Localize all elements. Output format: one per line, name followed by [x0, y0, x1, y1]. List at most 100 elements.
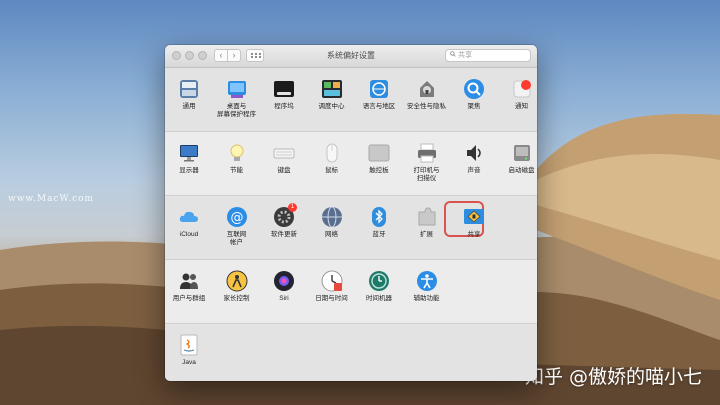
- software-update-icon: 1: [273, 203, 297, 228]
- pane-printers-scanners[interactable]: 打印机与 扫描仪: [405, 142, 449, 183]
- pane-notifications[interactable]: 通知: [500, 78, 538, 111]
- pane-label: 蓝牙: [372, 231, 386, 238]
- pane-spotlight[interactable]: 聚焦: [452, 78, 496, 111]
- pane-mission-control[interactable]: 调度中心: [310, 78, 354, 111]
- pane-label: 互联网 帐户: [226, 231, 247, 246]
- notifications-icon: [511, 78, 533, 100]
- pane-network[interactable]: 网络: [310, 206, 354, 239]
- pane-trackpad[interactable]: 触控板: [357, 142, 401, 175]
- pane-label: 扩展: [420, 231, 433, 238]
- pane-mouse[interactable]: 鼠标: [310, 142, 354, 175]
- pane-sound[interactable]: 声音: [452, 142, 496, 175]
- pane-label: 声音: [467, 167, 481, 174]
- pane-internet-accounts[interactable]: @ 互联网 帐户: [215, 206, 259, 247]
- pane-energy-saver[interactable]: 节能: [215, 142, 259, 175]
- pane-label: 触控板: [369, 167, 389, 174]
- pane-label: 安全性与隐私: [407, 103, 446, 110]
- pane-sharing[interactable]: 共享: [452, 206, 496, 239]
- pane-java[interactable]: Java: [167, 334, 211, 367]
- language-region-icon: [368, 78, 390, 100]
- users-groups-icon: [178, 270, 200, 292]
- pane-general[interactable]: 通用: [167, 78, 211, 111]
- mouse-icon: [321, 142, 343, 164]
- pane-startup-disk[interactable]: 启动磁盘: [500, 142, 538, 175]
- section-other: [165, 324, 537, 381]
- parental-controls-icon: [226, 270, 248, 292]
- date-time-icon: [321, 270, 343, 292]
- desktop-screensaver-icon: [226, 78, 248, 100]
- keyboard-icon: [273, 142, 295, 164]
- pane-label: 辅助功能: [413, 295, 440, 302]
- sharing-icon: [463, 206, 485, 228]
- pane-accessibility[interactable]: 辅助功能: [405, 270, 449, 303]
- pane-keyboard[interactable]: 键盘: [262, 142, 306, 175]
- search-icon: [450, 51, 456, 57]
- pane-label: 网络: [325, 231, 338, 238]
- pane-label: 打印机与 扫描仪: [413, 167, 440, 182]
- java-icon: [178, 334, 200, 356]
- pane-users-groups[interactable]: 用户与群组: [167, 270, 211, 303]
- pane-desktop-screensaver[interactable]: 桌面与 屏幕保护程序: [215, 78, 259, 119]
- pane-label: 通用: [182, 103, 196, 110]
- pane-parental-controls[interactable]: 家长控制: [215, 270, 259, 303]
- pane-label: 启动磁盘: [508, 167, 535, 174]
- pane-label: 鼠标: [325, 167, 338, 174]
- pane-dock[interactable]: 程序坞: [262, 78, 306, 111]
- pane-label: 家长控制: [223, 295, 250, 302]
- displays-icon: [178, 142, 200, 164]
- network-icon: [321, 206, 343, 228]
- sound-icon: [463, 142, 485, 164]
- icloud-icon: [178, 206, 200, 228]
- pane-label: 程序坞: [274, 103, 294, 110]
- watermark-zhihu: 知乎 @傲娇的喵小七: [524, 366, 702, 388]
- mission-control-icon: [321, 78, 343, 100]
- startup-disk-icon: [511, 142, 533, 164]
- spotlight-icon: [463, 78, 485, 100]
- search-field[interactable]: [445, 49, 531, 62]
- pane-label: 用户与群组: [172, 295, 206, 302]
- pane-extensions[interactable]: 扩展: [405, 206, 449, 239]
- pane-label: 软件更新: [271, 231, 297, 238]
- pane-bluetooth[interactable]: 蓝牙: [357, 206, 401, 239]
- pane-software-update[interactable]: 1 软件更新: [262, 203, 306, 239]
- trackpad-icon: [368, 142, 390, 164]
- pane-siri[interactable]: Siri: [262, 270, 306, 303]
- bluetooth-icon: [368, 206, 390, 228]
- svg-text:@: @: [230, 211, 243, 226]
- printers-scanners-icon: [416, 142, 438, 164]
- watermark-macw: www.MacW.com: [8, 194, 95, 204]
- pane-label: Java: [182, 359, 196, 366]
- pane-label: 桌面与 屏幕保护程序: [217, 103, 256, 118]
- pane-displays[interactable]: 显示器: [167, 142, 211, 175]
- pane-label: 语言与地区: [362, 103, 396, 110]
- extensions-icon: [416, 206, 438, 228]
- titlebar: ‹ › 系统偏好设置: [165, 45, 537, 68]
- siri-icon: [273, 270, 295, 292]
- pane-label: 显示器: [179, 167, 199, 174]
- pane-label: 调度中心: [318, 103, 345, 110]
- pane-label: 聚焦: [467, 103, 481, 110]
- pane-date-time[interactable]: 日期与时间: [310, 270, 354, 303]
- pane-label: iCloud: [179, 231, 199, 238]
- pane-label: 共享: [467, 231, 481, 238]
- pane-label: 时间机器: [366, 295, 392, 302]
- energy-saver-icon: [226, 142, 248, 164]
- dock-icon: [273, 78, 295, 100]
- pane-icloud[interactable]: iCloud: [167, 206, 211, 239]
- update-count-badge: 1: [288, 203, 297, 212]
- pane-label: 通知: [515, 103, 528, 110]
- general-icon: [178, 78, 200, 100]
- pane-label: Siri: [279, 295, 289, 302]
- pane-label: 节能: [230, 167, 243, 174]
- internet-accounts-icon: @: [226, 206, 248, 228]
- pane-label: 日期与时间: [315, 295, 348, 302]
- security-privacy-icon: [416, 78, 438, 100]
- pane-security-privacy[interactable]: 安全性与隐私: [405, 78, 449, 111]
- pane-time-machine[interactable]: 时间机器: [357, 270, 401, 303]
- system-preferences-window: ‹ › 系统偏好设置 通用 桌面与 屏幕保护程序 程序坞 调度中心 语言与地区 安全性与隐…: [165, 45, 537, 381]
- accessibility-icon: [416, 270, 438, 292]
- search-input[interactable]: [458, 50, 528, 61]
- pane-label: 键盘: [277, 167, 291, 174]
- time-machine-icon: [368, 270, 390, 292]
- pane-language-region[interactable]: 语言与地区: [357, 78, 401, 111]
